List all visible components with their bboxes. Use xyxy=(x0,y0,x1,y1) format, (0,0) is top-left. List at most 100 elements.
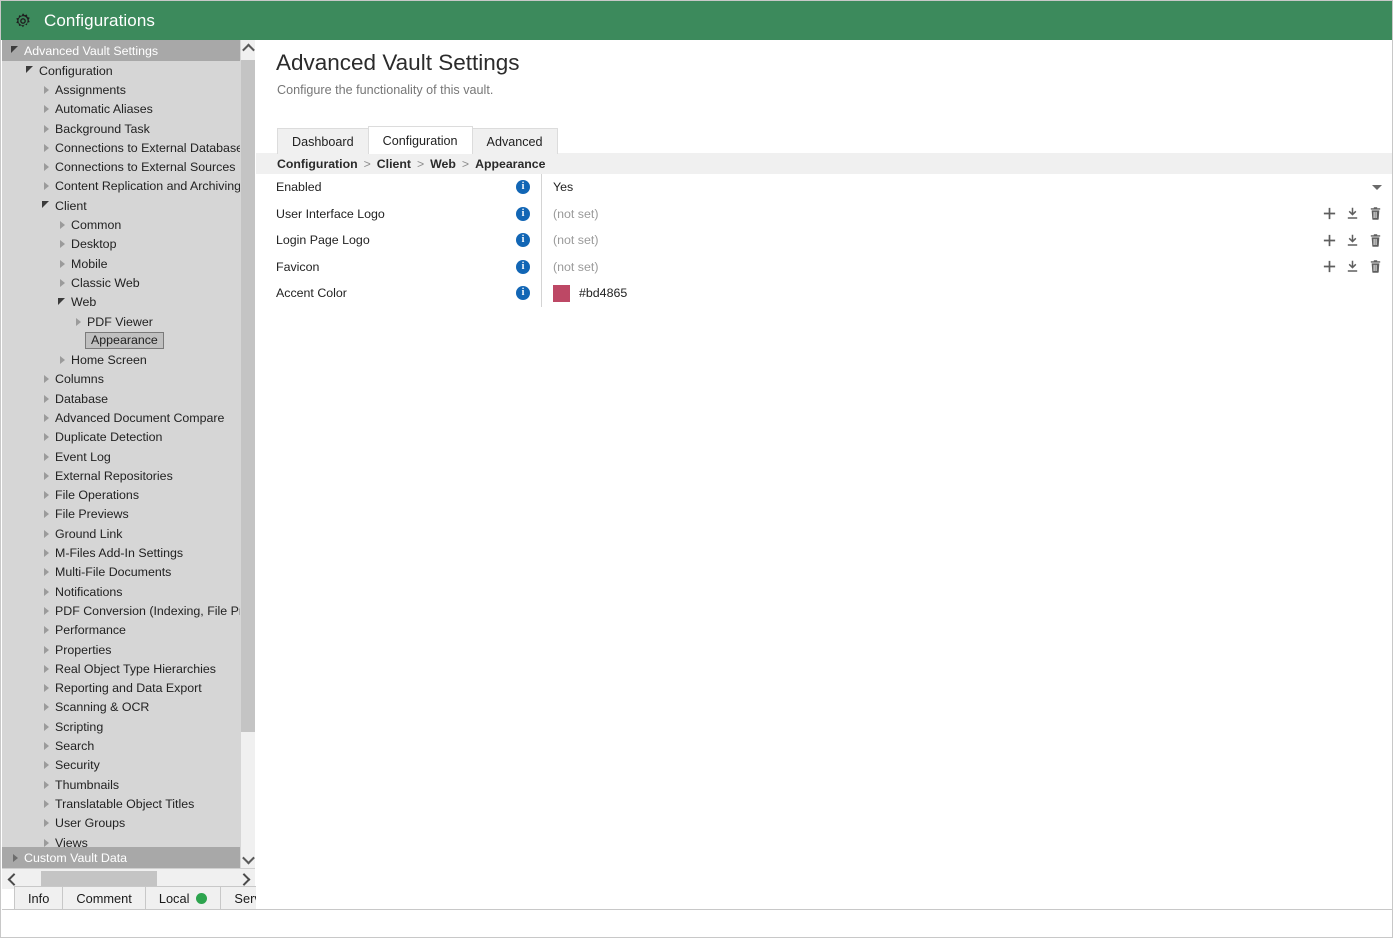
sidebar-item-appearance[interactable]: Appearance xyxy=(2,331,240,350)
sidebar-item-properties[interactable]: Properties xyxy=(2,640,240,659)
scroll-down-button[interactable] xyxy=(241,851,255,868)
expand-triangle-icon[interactable] xyxy=(39,703,52,711)
sidebar-item-ground-link[interactable]: Ground Link xyxy=(2,524,240,543)
breadcrumb-item-appearance[interactable]: Appearance xyxy=(475,157,545,171)
sidebar-item-security[interactable]: Security xyxy=(2,756,240,775)
sidebar-item-configuration[interactable]: Configuration xyxy=(2,61,240,80)
sidebar-item-multi-file-documents[interactable]: Multi-File Documents xyxy=(2,563,240,582)
setting-value[interactable]: (not set) xyxy=(542,260,1392,274)
chevron-down-icon[interactable] xyxy=(1370,180,1384,194)
expand-triangle-icon[interactable] xyxy=(39,723,52,731)
sidebar-item-reporting-and-data-export[interactable]: Reporting and Data Export xyxy=(2,679,240,698)
info-icon[interactable]: i xyxy=(516,233,530,248)
expand-triangle-icon[interactable] xyxy=(39,433,52,441)
bottom-tab-comment[interactable]: Comment xyxy=(62,886,146,910)
sidebar-item-notifications[interactable]: Notifications xyxy=(2,582,240,601)
expand-triangle-icon[interactable] xyxy=(39,144,52,152)
color-swatch[interactable] xyxy=(553,284,570,302)
info-icon[interactable]: i xyxy=(516,259,530,274)
expand-triangle-icon[interactable] xyxy=(39,125,52,133)
tree-vertical-scrollbar[interactable] xyxy=(240,40,255,868)
sidebar-item-search[interactable]: Search xyxy=(2,736,240,755)
expand-triangle-icon[interactable] xyxy=(39,414,52,422)
add-icon[interactable] xyxy=(1321,232,1338,249)
expand-triangle-icon[interactable] xyxy=(39,395,52,403)
sidebar-item-assignments[interactable]: Assignments xyxy=(2,80,240,99)
tree-root-custom-vault-data[interactable]: Custom Vault Data xyxy=(2,847,240,868)
expand-triangle-icon[interactable] xyxy=(71,318,84,326)
expand-triangle-icon[interactable] xyxy=(39,510,52,518)
sidebar-item-file-operations[interactable]: File Operations xyxy=(2,486,240,505)
expand-triangle-icon[interactable] xyxy=(39,86,52,94)
expand-triangle-icon[interactable] xyxy=(55,221,68,229)
expand-triangle-icon[interactable] xyxy=(39,588,52,596)
bottom-tab-info[interactable]: Info xyxy=(14,886,64,910)
expand-triangle-icon[interactable] xyxy=(39,472,52,480)
scroll-up-button[interactable] xyxy=(241,40,255,57)
sidebar-item-advanced-document-compare[interactable]: Advanced Document Compare xyxy=(2,408,240,427)
delete-icon[interactable] xyxy=(1367,205,1384,222)
add-icon[interactable] xyxy=(1321,205,1338,222)
expand-triangle-icon[interactable] xyxy=(39,607,52,615)
sidebar-item-classic-web[interactable]: Classic Web xyxy=(2,273,240,292)
expand-triangle-icon[interactable] xyxy=(23,68,36,73)
expand-triangle-icon[interactable] xyxy=(39,491,52,499)
bottom-tab-local[interactable]: Local xyxy=(144,886,222,910)
expand-triangle-icon[interactable] xyxy=(39,839,52,847)
expand-triangle-icon[interactable] xyxy=(39,163,52,171)
sidebar-item-real-object-type-hierarchies[interactable]: Real Object Type Hierarchies xyxy=(2,659,240,678)
download-icon[interactable] xyxy=(1344,232,1361,249)
sidebar-item-m-files-add-in-settings[interactable]: M-Files Add-In Settings xyxy=(2,543,240,562)
sidebar-item-desktop[interactable]: Desktop xyxy=(2,235,240,254)
sidebar-item-connections-to-external-database[interactable]: Connections to External Database xyxy=(2,138,240,157)
sidebar-item-database[interactable]: Database xyxy=(2,389,240,408)
breadcrumb-item-client[interactable]: Client xyxy=(377,157,411,171)
expand-triangle-icon[interactable] xyxy=(39,761,52,769)
sidebar-item-event-log[interactable]: Event Log xyxy=(2,447,240,466)
info-icon[interactable]: i xyxy=(516,180,530,195)
expand-triangle-icon[interactable] xyxy=(39,665,52,673)
expand-triangle-icon[interactable] xyxy=(39,453,52,461)
sidebar-item-thumbnails[interactable]: Thumbnails xyxy=(2,775,240,794)
delete-icon[interactable] xyxy=(1367,232,1384,249)
setting-value[interactable]: Yes xyxy=(542,180,1392,194)
scrollbar-thumb[interactable] xyxy=(241,60,255,732)
info-icon[interactable]: i xyxy=(516,206,530,221)
sidebar-item-connections-to-external-sources[interactable]: Connections to External Sources xyxy=(2,157,240,176)
tab-configuration[interactable]: Configuration xyxy=(367,126,473,154)
sidebar-item-common[interactable]: Common xyxy=(2,215,240,234)
sidebar-item-performance[interactable]: Performance xyxy=(2,621,240,640)
setting-value[interactable]: (not set) xyxy=(542,233,1392,247)
sidebar-item-background-task[interactable]: Background Task xyxy=(2,119,240,138)
expand-triangle-icon[interactable] xyxy=(39,684,52,692)
expand-triangle-icon[interactable] xyxy=(39,742,52,750)
expand-triangle-icon[interactable] xyxy=(39,105,52,113)
expand-triangle-icon[interactable] xyxy=(39,819,52,827)
sidebar-item-file-previews[interactable]: File Previews xyxy=(2,505,240,524)
sidebar-item-scanning-ocr[interactable]: Scanning & OCR xyxy=(2,698,240,717)
setting-value[interactable]: (not set) xyxy=(542,207,1392,221)
breadcrumb-item-web[interactable]: Web xyxy=(430,157,456,171)
sidebar-item-scripting[interactable]: Scripting xyxy=(2,717,240,736)
delete-icon[interactable] xyxy=(1367,258,1384,275)
expand-triangle-icon[interactable] xyxy=(39,626,52,634)
expand-triangle-icon[interactable] xyxy=(39,203,52,208)
sidebar-item-home-screen[interactable]: Home Screen xyxy=(2,350,240,369)
sidebar-item-pdf-viewer[interactable]: PDF Viewer xyxy=(2,312,240,331)
sidebar-item-content-replication-and-archiving[interactable]: Content Replication and Archiving xyxy=(2,177,240,196)
sidebar-item-mobile[interactable]: Mobile xyxy=(2,254,240,273)
expand-triangle-icon[interactable] xyxy=(39,781,52,789)
sidebar-item-pdf-conversion-indexing-file-previews[interactable]: PDF Conversion (Indexing, File Previews) xyxy=(2,601,240,620)
expand-triangle-icon[interactable] xyxy=(39,549,52,557)
expand-triangle-icon[interactable] xyxy=(39,375,52,383)
tree-root-advanced-vault-settings[interactable]: Advanced Vault Settings xyxy=(2,40,240,61)
expand-triangle-icon[interactable] xyxy=(8,48,21,53)
expand-triangle-icon[interactable] xyxy=(8,854,21,862)
sidebar-item-client[interactable]: Client xyxy=(2,196,240,215)
tab-dashboard[interactable]: Dashboard xyxy=(277,128,369,154)
expand-triangle-icon[interactable] xyxy=(55,356,68,364)
download-icon[interactable] xyxy=(1344,205,1361,222)
expand-triangle-icon[interactable] xyxy=(39,800,52,808)
download-icon[interactable] xyxy=(1344,258,1361,275)
expand-triangle-icon[interactable] xyxy=(55,300,68,305)
